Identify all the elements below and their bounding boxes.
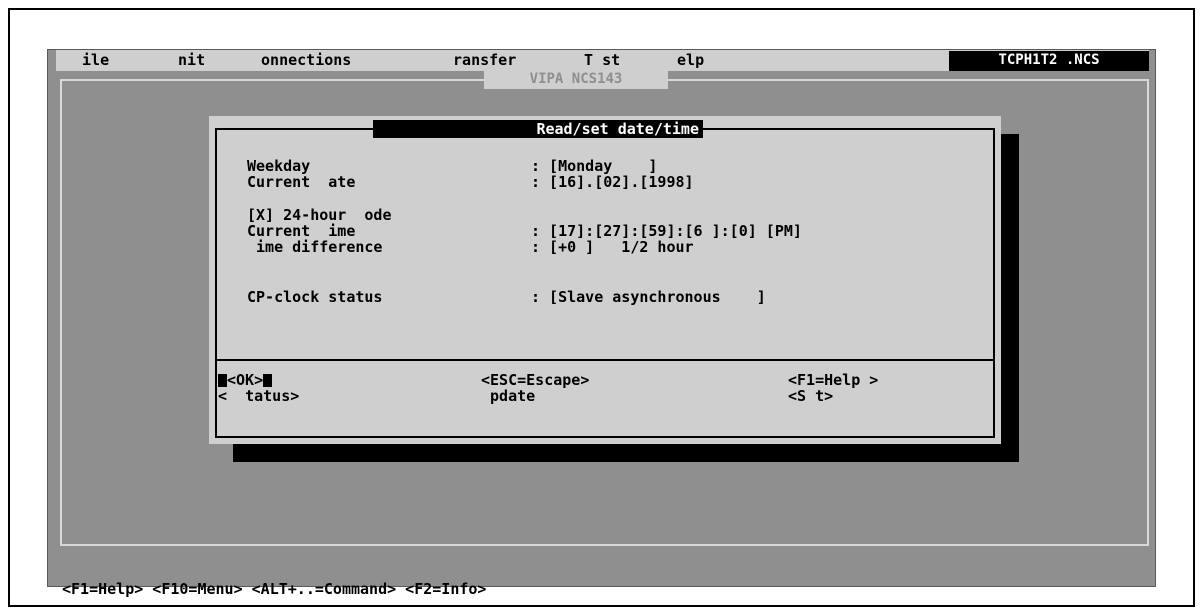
current-date-field[interactable]: : [16].[02].[1998] <box>531 174 694 190</box>
program-title: VIPA NCS143 <box>484 70 668 89</box>
dialog-separator <box>215 359 995 361</box>
cp-clock-status-field[interactable]: : [Slave asynchronous ] <box>531 289 766 305</box>
date-time-dialog: Read/set date/time Weekday : [Monday ] C… <box>209 116 1001 444</box>
dos-screen: File Init Connections Transfer Test Help… <box>47 49 1156 587</box>
mode-24h-checkbox[interactable]: [X] 24-hour mode <box>247 207 392 223</box>
current-time-field[interactable]: : [17]:[27]:[59]:[6 ]:[0] [PM] <box>531 223 802 239</box>
cp-clock-status-label: CP-clock status <box>247 288 383 306</box>
help-button[interactable]: <F1=Help > <box>788 372 878 388</box>
status-button[interactable]: < Status> <box>218 388 299 404</box>
current-date-label: Current date <box>247 173 356 191</box>
menu-transfer[interactable]: Transfer <box>444 52 516 68</box>
filename-label: TCPH1T2 .NCS <box>949 51 1149 71</box>
dialog-shadow-right <box>1001 134 1019 452</box>
set-button[interactable]: <Set> <box>788 388 833 404</box>
dialog-title: Read/set date/time <box>373 120 703 138</box>
menu-bar: File Init Connections Transfer Test Help… <box>56 50 1149 71</box>
menu-help[interactable]: Help <box>668 52 704 68</box>
menu-test[interactable]: Test <box>584 52 620 68</box>
ok-button[interactable]: <OK> <box>218 372 273 388</box>
time-difference-label: Time difference <box>247 238 383 256</box>
menu-file[interactable]: File <box>73 52 109 68</box>
weekday-field[interactable]: : [Monday ] <box>531 158 657 174</box>
dialog-shadow-bottom <box>233 444 1019 462</box>
time-difference-field[interactable]: : [+0 ] 1/2 hour <box>531 239 694 255</box>
menu-connections[interactable]: Connections <box>252 52 351 68</box>
current-time-label: Current time <box>247 222 356 240</box>
weekday-label: Weekday <box>247 157 311 175</box>
update-button[interactable]: Update <box>481 388 535 404</box>
status-line: <F1=Help> <F10=Menu> <ALT+..=Command> <F… <box>62 580 487 598</box>
escape-button[interactable]: <ESC=Escape> <box>481 372 589 388</box>
menu-init[interactable]: Init <box>169 52 205 68</box>
